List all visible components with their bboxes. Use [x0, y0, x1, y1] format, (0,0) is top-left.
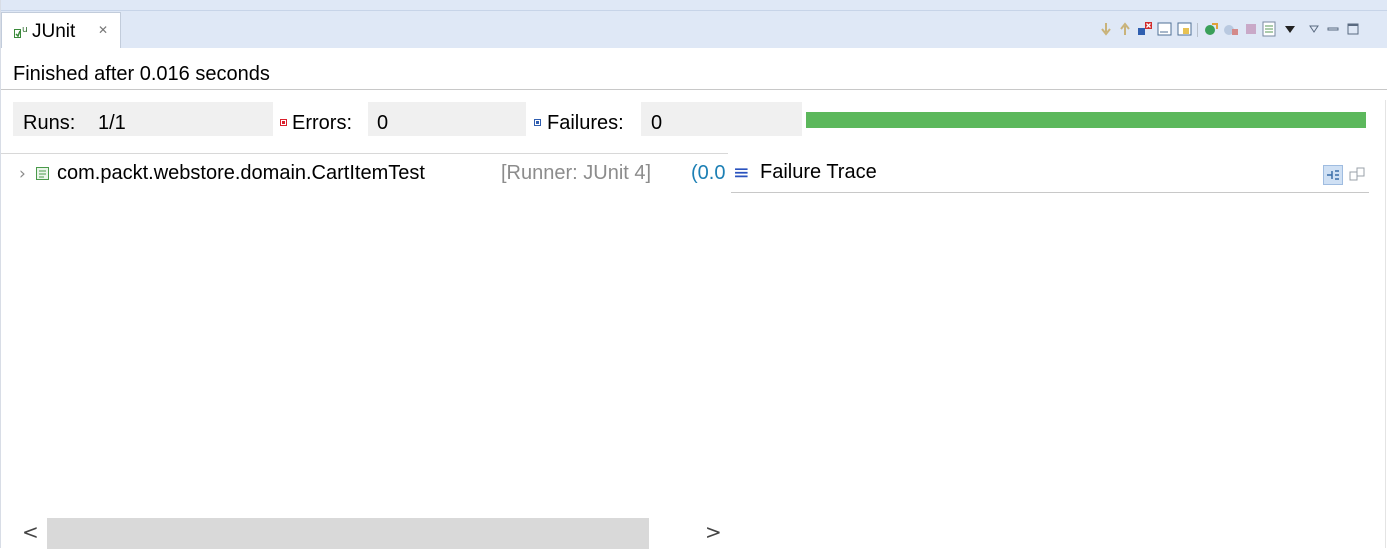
- junit-view: u JUnit ✕ Finished after 0.016 seconds R…: [0, 0, 1388, 549]
- progress-bar: [806, 112, 1366, 128]
- horizontal-scrollbar[interactable]: < >: [1, 518, 728, 549]
- scroll-right-icon[interactable]: >: [705, 520, 722, 544]
- show-skipped-icon[interactable]: [1177, 21, 1193, 37]
- close-icon[interactable]: ✕: [98, 23, 108, 37]
- errors-value: 0: [377, 112, 389, 134]
- toolbar-separator: [1197, 23, 1198, 37]
- failures-value: 0: [651, 112, 663, 134]
- status-text: Finished after 0.016 seconds: [13, 63, 270, 85]
- errors-label: Errors:: [292, 112, 352, 134]
- rerun-test-icon[interactable]: [1203, 21, 1219, 37]
- filter-stack-trace-icon[interactable]: [1323, 165, 1343, 185]
- next-failure-icon[interactable]: [1098, 21, 1114, 37]
- svg-text:u: u: [22, 25, 28, 35]
- history-dropdown-icon[interactable]: [1282, 21, 1298, 37]
- scroll-left-icon[interactable]: <: [22, 520, 39, 544]
- test-runner-label: [Runner: JUnit 4]: [501, 162, 652, 184]
- compare-result-icon[interactable]: [1349, 167, 1365, 181]
- test-tree: › com.packt.webstore.domain.CartItemTest…: [1, 153, 728, 549]
- scroll-lock-icon[interactable]: [1157, 21, 1173, 37]
- failures-label: Failures:: [547, 112, 624, 134]
- stack-trace-icon: ≡: [733, 160, 750, 184]
- header-topline: [1, 10, 1387, 11]
- test-class-icon: [36, 167, 49, 180]
- runs-label: Runs:: [23, 112, 76, 134]
- minimize-icon[interactable]: [1325, 21, 1341, 37]
- error-icon: [280, 119, 287, 126]
- junit-icon: u: [14, 25, 28, 38]
- failure-trace-title: Failure Trace: [760, 161, 877, 183]
- show-failures-only-icon[interactable]: [1137, 21, 1153, 37]
- stop-icon[interactable]: [1243, 21, 1259, 37]
- previous-failure-icon[interactable]: [1117, 21, 1133, 37]
- errors-box: [368, 102, 526, 136]
- view-menu-icon[interactable]: [1306, 21, 1322, 37]
- test-duration: (0.0: [691, 162, 726, 184]
- view-header: u JUnit ✕: [1, 0, 1387, 48]
- failure-trace-header: ≡ Failure Trace: [731, 153, 1369, 193]
- tab-title: JUnit: [32, 21, 76, 42]
- failures-box: [641, 102, 802, 136]
- view-right-border: [1385, 100, 1386, 548]
- tree-item[interactable]: › com.packt.webstore.domain.CartItemTest…: [1, 158, 728, 188]
- rerun-failed-first-icon[interactable]: [1223, 21, 1239, 37]
- failure-trace-panel: ≡ Failure Trace: [731, 153, 1369, 548]
- scrollbar-thumb[interactable]: [47, 518, 649, 549]
- test-run-history-icon[interactable]: [1261, 21, 1277, 37]
- status-divider: [1, 89, 1387, 90]
- progress-bar-fill: [806, 112, 1366, 128]
- runs-value: 1/1: [98, 112, 126, 134]
- chevron-right-icon[interactable]: ›: [19, 164, 26, 184]
- tab-junit[interactable]: u JUnit ✕: [1, 12, 121, 48]
- maximize-icon[interactable]: [1345, 21, 1361, 37]
- failure-icon: [534, 119, 541, 126]
- test-class-name: com.packt.webstore.domain.CartItemTest: [57, 162, 425, 184]
